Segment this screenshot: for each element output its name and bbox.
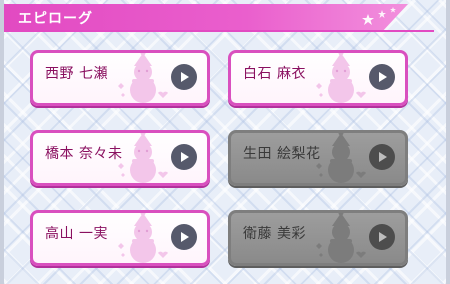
- epilogue-card-nishino[interactable]: 西野 七瀬: [30, 50, 210, 106]
- play-icon: [379, 72, 387, 82]
- frame-left: [0, 0, 4, 284]
- header-divider: [4, 30, 434, 32]
- section-header: エピローグ: [4, 4, 408, 30]
- play-button[interactable]: [369, 144, 395, 170]
- epilogue-card-eto[interactable]: 衛藤 美彩: [228, 210, 408, 266]
- frame-right: [446, 0, 450, 284]
- epilogue-card-takayama[interactable]: 高山 一実: [30, 210, 210, 266]
- star-icon: [362, 7, 396, 25]
- play-button[interactable]: [369, 224, 395, 250]
- card-name: 高山 一実: [45, 226, 108, 242]
- play-button[interactable]: [171, 144, 197, 170]
- card-name: 生田 絵梨花: [243, 146, 321, 162]
- card-name: 衛藤 美彩: [243, 226, 306, 242]
- play-button[interactable]: [369, 64, 395, 90]
- play-icon: [379, 152, 387, 162]
- epilogue-card-shiraishi[interactable]: 白石 麻衣: [228, 50, 408, 106]
- epilogue-card-hashimoto[interactable]: 橋本 奈々未: [30, 130, 210, 186]
- play-button[interactable]: [171, 64, 197, 90]
- card-name: 西野 七瀬: [45, 66, 108, 82]
- play-icon: [181, 72, 189, 82]
- card-name: 白石 麻衣: [243, 66, 306, 82]
- play-icon: [181, 232, 189, 242]
- play-icon: [379, 232, 387, 242]
- play-icon: [181, 152, 189, 162]
- play-button[interactable]: [171, 224, 197, 250]
- card-name: 橋本 奈々未: [45, 146, 123, 162]
- epilogue-card-ikuta[interactable]: 生田 絵梨花: [228, 130, 408, 186]
- section-title: エピローグ: [18, 11, 93, 27]
